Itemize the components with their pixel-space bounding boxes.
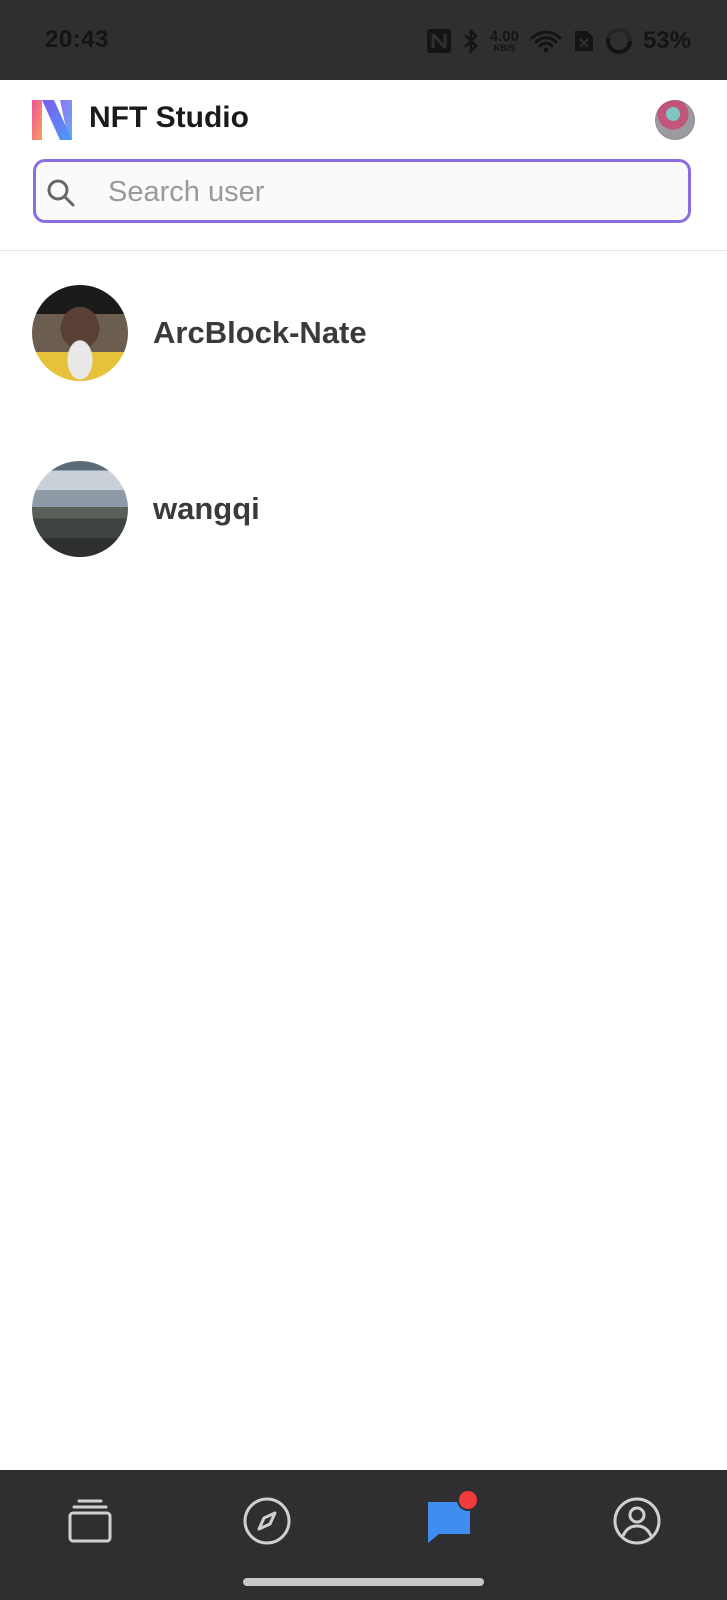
search-box[interactable] <box>33 159 691 223</box>
nav-profile[interactable] <box>609 1495 665 1551</box>
list-item[interactable]: ArcBlock-Nate <box>0 285 727 381</box>
profile-avatar[interactable] <box>655 100 695 140</box>
network-speed: 4.00 KB/S <box>490 29 519 53</box>
app-title: NFT Studio <box>89 101 249 134</box>
list-item[interactable]: wangqi <box>0 461 727 557</box>
bottom-nav <box>0 1470 727 1600</box>
status-bar: 20:43 4.00 KB/S 53% <box>0 0 727 80</box>
search-input[interactable] <box>106 162 670 222</box>
nft-studio-logo[interactable] <box>32 100 72 140</box>
collection-stack-icon <box>66 1497 114 1550</box>
nfc-icon <box>426 28 452 54</box>
network-speed-unit: KB/S <box>493 43 516 53</box>
wifi-icon <box>529 28 563 54</box>
status-icons: 4.00 KB/S 53% <box>426 26 691 56</box>
bluetooth-icon <box>462 28 480 54</box>
user-name: ArcBlock-Nate <box>153 315 367 350</box>
user-name: wangqi <box>153 491 260 526</box>
nav-messages[interactable] <box>421 1489 479 1551</box>
home-indicator[interactable] <box>243 1578 484 1586</box>
sim-off-icon <box>573 28 595 54</box>
user-list: ArcBlock-Nate wangqi <box>0 285 727 637</box>
nav-explore[interactable] <box>239 1495 295 1551</box>
battery-percent: 53% <box>642 27 691 54</box>
gorilla-avatar <box>32 285 128 381</box>
status-time: 20:43 <box>45 26 109 53</box>
user-circle-icon <box>612 1496 662 1551</box>
compass-icon <box>242 1496 292 1551</box>
landscape-avatar <box>32 461 128 557</box>
nav-collections[interactable] <box>62 1495 118 1551</box>
search-icon <box>46 178 76 213</box>
notification-badge <box>457 1489 479 1511</box>
network-speed-value: 4.00 <box>489 28 519 45</box>
app-header: NFT Studio <box>0 80 727 251</box>
battery-ring-icon <box>605 27 633 55</box>
